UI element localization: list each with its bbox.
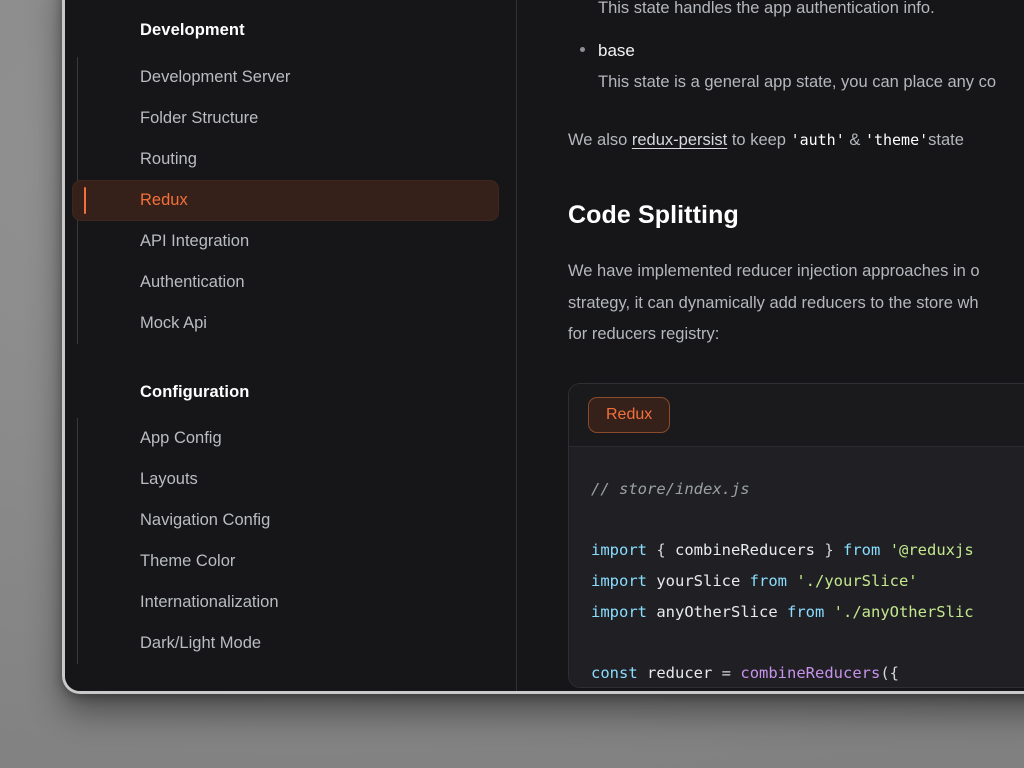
state-definition-list: auth This state handles the app authenti… — [568, 0, 1024, 95]
code-token-plain — [647, 541, 656, 559]
sidebar-scroll-area[interactable]: Updating Development Development Server … — [65, 0, 517, 664]
sidebar-group-title-development: Development — [65, 22, 499, 39]
code-block-card: Redux // store/index.js import { combineR… — [568, 383, 1024, 688]
code-token-punct: = — [722, 664, 731, 682]
sidebar-item-folder-structure[interactable]: Folder Structure — [72, 98, 499, 139]
code-token-punct: { — [656, 541, 665, 559]
paragraph-text-amp: & — [845, 131, 865, 149]
code-line-blank — [591, 627, 1024, 658]
sidebar-item-mock-api[interactable]: Mock Api — [72, 303, 499, 344]
code-token-comment: // store/index.js — [591, 480, 750, 498]
code-tab-redux[interactable]: Redux — [588, 397, 670, 433]
code-line: import yourSlice from './yourSlice' — [591, 566, 1024, 597]
code-token-punct: } — [824, 541, 833, 559]
list-item: auth This state handles the app authenti… — [568, 0, 1024, 22]
paragraph-text-mid: to keep — [727, 131, 790, 149]
sidebar-item-routing[interactable]: Routing — [72, 139, 499, 180]
sidebar-item-development-server[interactable]: Development Server — [72, 57, 499, 98]
sidebar-item-label: Dark/Light Mode — [140, 635, 261, 652]
redux-persist-paragraph: We also redux-persist to keep 'auth' & '… — [568, 125, 1024, 156]
code-token-plain: combineReducers — [666, 541, 825, 559]
code-token-kw: import — [591, 603, 647, 621]
paragraph-line: for reducers registry: — [568, 319, 1024, 351]
sidebar-spacer — [65, 39, 499, 57]
sidebar-item-label: Redux — [140, 192, 188, 209]
page-section-heading: Code Splitting — [568, 201, 1024, 230]
sidebar-item-label: Mock Api — [140, 315, 207, 332]
code-line: import { combineReducers } from '@reduxj… — [591, 535, 1024, 566]
sidebar-spacer — [65, 344, 499, 384]
sidebar-item-navigation-config[interactable]: Navigation Config — [72, 500, 499, 541]
paragraph-line: strategy, it can dynamically add reducer… — [568, 288, 1024, 320]
app-window: Updating Development Development Server … — [62, 0, 1024, 694]
bullet-icon — [580, 47, 585, 52]
sidebar-item-label: Internationalization — [140, 594, 279, 611]
sidebar-item-label: App Config — [140, 430, 222, 447]
code-token-fn: combineReducers — [740, 664, 880, 682]
sidebar-item-app-config[interactable]: App Config — [72, 418, 499, 459]
code-token-kw: const — [591, 664, 638, 682]
code-token-plain — [824, 603, 833, 621]
code-line: // store/index.js — [591, 474, 1024, 505]
code-token-plain — [787, 572, 796, 590]
code-token-plain — [834, 541, 843, 559]
inline-code-auth: 'auth' — [791, 131, 845, 149]
list-gap — [568, 22, 1024, 40]
code-token-kw: from — [787, 603, 824, 621]
code-token-str: '@reduxjs — [890, 541, 974, 559]
redux-persist-link[interactable]: redux-persist — [632, 131, 727, 149]
code-token-plain: anyOtherSlice — [647, 603, 787, 621]
code-token-punct: ({ — [880, 664, 899, 682]
code-line: const reducer = combineReducers({ — [591, 658, 1024, 687]
sidebar-item-label: Layouts — [140, 471, 198, 488]
code-token-kw: import — [591, 541, 647, 559]
sidebar-item-label: Development Server — [140, 69, 290, 86]
sidebar-group-items-configuration: App Config Layouts Navigation Config The… — [65, 418, 499, 664]
code-token-plain: reducer — [638, 664, 722, 682]
sidebar-item-label: API Integration — [140, 233, 249, 250]
state-term: base — [598, 40, 635, 62]
inline-code-theme: 'theme' — [865, 131, 928, 149]
code-token-kw: import — [591, 572, 647, 590]
code-block-content[interactable]: // store/index.js import { combineReducer… — [569, 447, 1024, 687]
sidebar-item-label: Theme Color — [140, 553, 235, 570]
sidebar-item-api-integration[interactable]: API Integration — [72, 221, 499, 262]
paragraph-text-prefix: We also — [568, 131, 632, 149]
sidebar-group-items-development: Development Server Folder Structure Rout… — [65, 57, 499, 344]
sidebar-spacer — [65, 400, 499, 418]
code-token-kw: from — [843, 541, 880, 559]
sidebar-spacer — [65, 0, 499, 22]
list-item: base This state is a general app state, … — [568, 40, 1024, 96]
paragraph-line: We have implemented reducer injection ap… — [568, 256, 1024, 288]
code-token-plain — [731, 664, 740, 682]
code-line: import anyOtherSlice from './anyOtherSli… — [591, 597, 1024, 628]
sidebar-item-label: Folder Structure — [140, 110, 258, 127]
state-description: This state is a general app state, you c… — [568, 70, 1024, 96]
sidebar-item-label: Navigation Config — [140, 512, 270, 529]
state-description: This state handles the app authenticatio… — [568, 0, 1024, 22]
sidebar-item-authentication[interactable]: Authentication — [72, 262, 499, 303]
code-splitting-paragraph: We have implemented reducer injection ap… — [568, 256, 1024, 352]
sidebar-item-theme-color[interactable]: Theme Color — [72, 541, 499, 582]
sidebar-item-redux[interactable]: Redux — [72, 180, 499, 221]
code-line-blank — [591, 505, 1024, 536]
sidebar-item-internationalization[interactable]: Internationalization — [72, 582, 499, 623]
doc-content: auth This state handles the app authenti… — [517, 0, 1024, 691]
sidebar-item-dark-light-mode[interactable]: Dark/Light Mode — [72, 623, 499, 664]
paragraph-text-suffix: state — [928, 131, 964, 149]
code-token-str: './anyOtherSlic — [834, 603, 974, 621]
sidebar-item-label: Routing — [140, 151, 197, 168]
code-token-str: './yourSlice' — [796, 572, 917, 590]
code-token-kw: from — [750, 572, 787, 590]
docs-sidebar: Updating Development Development Server … — [65, 0, 517, 691]
code-block-tabbar: Redux — [569, 384, 1024, 447]
sidebar-group-title-configuration: Configuration — [65, 384, 499, 401]
bullet-row: base — [568, 40, 1024, 62]
code-token-plain — [880, 541, 889, 559]
sidebar-item-label: Authentication — [140, 274, 245, 291]
code-token-plain: yourSlice — [647, 572, 750, 590]
sidebar-item-layouts[interactable]: Layouts — [72, 459, 499, 500]
